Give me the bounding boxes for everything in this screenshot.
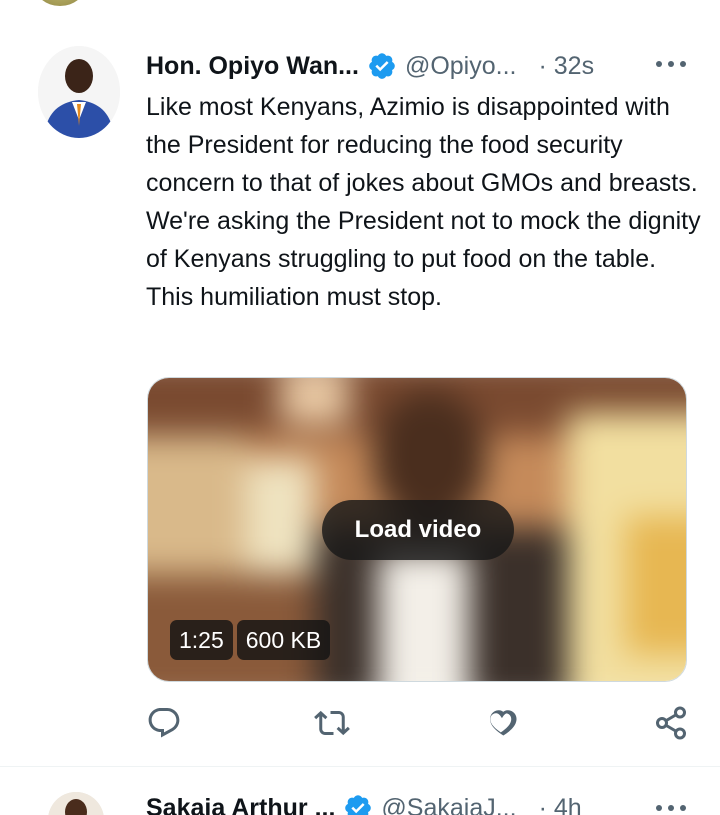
previous-tweet-avatar[interactable]	[34, 0, 86, 6]
video-duration: 1:25	[170, 620, 233, 660]
author-name[interactable]: Hon. Opiyo Wan...	[146, 52, 359, 81]
next-tweet-header: Sakaja Arthur ... @SakajaJ... · 4h	[146, 788, 582, 815]
load-video-button[interactable]: Load video	[322, 500, 514, 560]
tweet-divider	[0, 766, 720, 767]
share-icon[interactable]	[653, 705, 689, 741]
next-tweet-timestamp[interactable]: · 4h	[539, 794, 582, 815]
video-badges: 1:25 600 KB	[170, 620, 331, 660]
tweet-actions	[146, 705, 691, 743]
tweet-text: Like most Kenyans, Azimio is disappointe…	[146, 93, 701, 311]
video-size: 600 KB	[236, 620, 331, 660]
video-media[interactable]: Load video 1:25 600 KB	[147, 377, 687, 682]
author-avatar[interactable]	[38, 46, 120, 138]
like-icon[interactable]	[483, 705, 519, 741]
tweet-timestamp[interactable]: · 32s	[538, 52, 594, 81]
author-handle[interactable]: @Opiyo...	[405, 52, 517, 81]
next-author-handle[interactable]: @SakajaJ...	[381, 794, 516, 815]
tweet-header: Hon. Opiyo Wan... @Opiyo... · 32s	[146, 46, 594, 86]
more-options-icon[interactable]	[656, 800, 686, 815]
more-options-icon[interactable]	[656, 56, 686, 72]
next-author-name[interactable]: Sakaja Arthur ...	[146, 794, 335, 815]
retweet-icon[interactable]	[314, 705, 350, 741]
next-tweet-avatar[interactable]	[48, 792, 104, 815]
reply-icon[interactable]	[146, 705, 182, 741]
verified-badge-icon	[343, 793, 373, 815]
verified-badge-icon	[367, 51, 397, 81]
